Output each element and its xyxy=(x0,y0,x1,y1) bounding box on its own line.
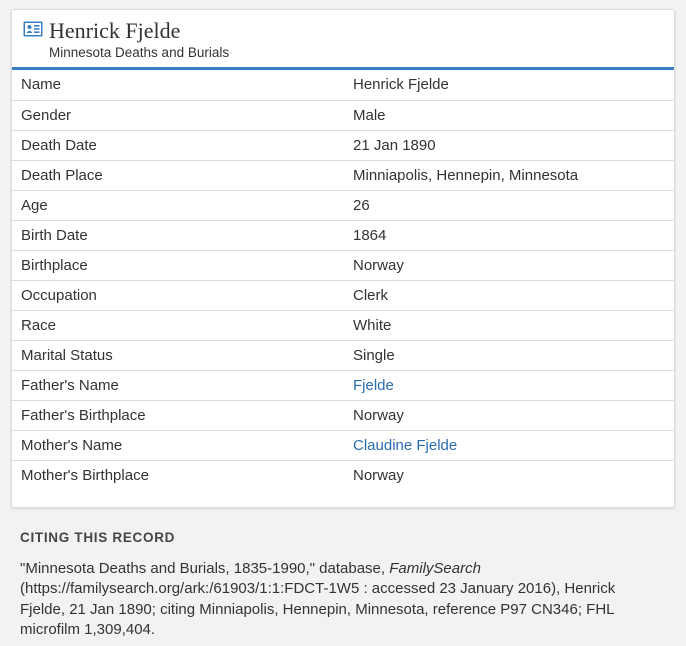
fact-label: Mother's Name xyxy=(12,430,344,461)
fact-label: Father's Name xyxy=(12,370,344,401)
fact-row: Marital Status Single xyxy=(12,340,674,371)
fact-row: Name Henrick Fjelde xyxy=(12,70,674,101)
fact-row: Birthplace Norway xyxy=(12,250,674,281)
fact-row: Birth Date 1864 xyxy=(12,220,674,251)
fact-label: Marital Status xyxy=(12,340,344,371)
fact-row: Father's Name Fjelde xyxy=(12,370,674,401)
citation-source-name: FamilySearch xyxy=(389,560,481,577)
fact-label: Death Place xyxy=(12,160,344,191)
fact-value: 21 Jan 1890 xyxy=(344,130,674,161)
fact-label: Birth Date xyxy=(12,220,344,251)
fact-row: Father's Birthplace Norway xyxy=(12,400,674,431)
fact-label: Birthplace xyxy=(12,250,344,281)
fact-value: Norway xyxy=(344,250,674,281)
facts-table: Name Henrick Fjelde Gender Male Death Date 21… xyxy=(12,70,674,490)
fact-value: 26 xyxy=(344,190,674,221)
record-header: Henrick Fjelde Minnesota Deaths and Buri… xyxy=(12,10,674,70)
citation-text-after: (https://familysearch.org/ark:/61903/1:1… xyxy=(20,580,616,638)
fact-label: Age xyxy=(12,190,344,221)
record-card: Henrick Fjelde Minnesota Deaths and Buri… xyxy=(11,9,675,508)
citation-text-before: "Minnesota Deaths and Burials, 1835-1990… xyxy=(20,560,390,577)
fact-label: Father's Birthplace xyxy=(12,400,344,431)
fact-value: Clerk xyxy=(344,280,674,311)
fact-value: Single xyxy=(344,340,674,371)
fact-label: Death Date xyxy=(12,130,344,161)
fact-row: Gender Male xyxy=(12,100,674,131)
fact-row: Occupation Clerk xyxy=(12,280,674,311)
fact-row: Mother's Birthplace Norway xyxy=(12,460,674,490)
collection-name: Minnesota Deaths and Burials xyxy=(49,45,230,60)
fact-value: Male xyxy=(344,100,674,131)
citation-text: "Minnesota Deaths and Burials, 1835-1990… xyxy=(20,559,660,640)
fact-value: Norway xyxy=(353,466,404,484)
fact-label: Mother's Birthplace xyxy=(21,466,149,484)
fact-row: Race White xyxy=(12,310,674,341)
fact-label: Gender xyxy=(12,100,344,131)
fact-value: Minniapolis, Hennepin, Minnesota xyxy=(344,160,674,191)
fact-value-link[interactable]: Claudine Fjelde xyxy=(344,430,674,461)
fact-row: Age 26 xyxy=(12,190,674,221)
fact-row: Death Date 21 Jan 1890 xyxy=(12,130,674,161)
fact-label: Occupation xyxy=(12,280,344,311)
fact-label: Name xyxy=(12,70,344,101)
fact-value: White xyxy=(344,310,674,341)
fact-value: Henrick Fjelde xyxy=(344,70,674,101)
fact-value: 1864 xyxy=(344,220,674,251)
fact-value-link[interactable]: Fjelde xyxy=(344,370,674,401)
fact-value: Norway xyxy=(344,400,674,431)
record-card-icon xyxy=(23,21,43,37)
record-title: Henrick Fjelde xyxy=(49,18,181,43)
citation-heading: CITING THIS RECORD xyxy=(20,530,176,545)
fact-label: Race xyxy=(12,310,344,341)
fact-row: Mother's Name Claudine Fjelde xyxy=(12,430,674,461)
fact-row: Death Place Minniapolis, Hennepin, Minnes… xyxy=(12,160,674,191)
